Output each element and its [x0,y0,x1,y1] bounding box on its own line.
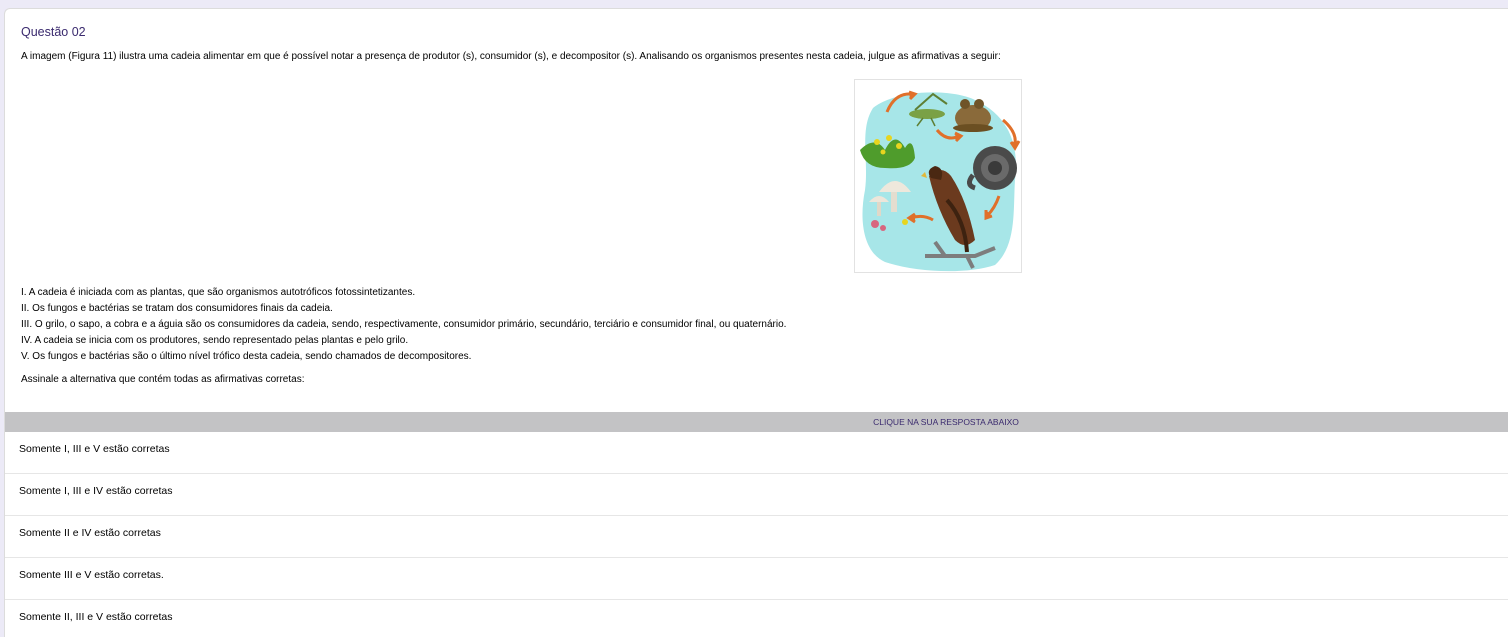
question-statement: A imagem (Figura 11) ilustra uma cadeia … [21,51,1001,62]
question-prompt: Assinale a alternativa que contém todas … [21,374,305,385]
food-chain-illustration-icon [860,90,1021,272]
food-chain-figure [854,79,1022,273]
answer-options: Somente I, III e V estão corretas Soment… [5,432,1508,637]
answer-option-1[interactable]: Somente I, III e V estão corretas [5,432,1508,474]
question-card: Questão 02 A imagem (Figura 11) ilustra … [4,8,1508,637]
statement-item-ii: II. Os fungos e bactérias se tratam dos … [21,303,333,314]
answer-option-4[interactable]: Somente III e V estão corretas. [5,558,1508,600]
statement-item-i: I. A cadeia é iniciada com as plantas, q… [21,287,416,298]
question-title: Questão 02 [21,25,86,39]
statement-item-iv: IV. A cadeia se inicia com os produtores… [21,335,409,346]
answer-option-3[interactable]: Somente II e IV estão corretas [5,516,1508,558]
answer-option-5[interactable]: Somente II, III e V estão corretas [5,600,1508,637]
statement-item-iii: III. O grilo, o sapo, a cobra e a águia … [21,319,787,330]
answer-instruction-bar: CLIQUE NA SUA RESPOSTA ABAIXO [5,412,1508,432]
answer-option-2[interactable]: Somente I, III e IV estão corretas [5,474,1508,516]
statement-list: I. A cadeia é iniciada com as plantas, q… [21,285,786,365]
statement-item-v: V. Os fungos e bactérias são o último ní… [21,351,472,362]
